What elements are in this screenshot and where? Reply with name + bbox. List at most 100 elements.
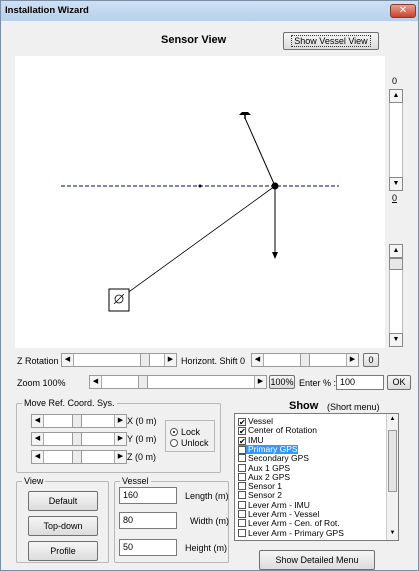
zoom-right-arrow[interactable]: ▶ (254, 376, 266, 388)
z-slider[interactable]: ◀ ▶ (31, 450, 127, 464)
zoom-label: Zoom 100% (17, 378, 66, 388)
zoom-slider[interactable]: ◀ ▶ (89, 375, 267, 389)
z-rotation-label: Z Rotation (17, 356, 59, 366)
show-item-checkbox[interactable] (238, 491, 246, 500)
z-thumb[interactable] (72, 451, 82, 463)
z-rotation-right-arrow[interactable]: ▶ (164, 354, 176, 366)
horizontal-shift-thumb[interactable] (300, 354, 310, 366)
show-scroll-down[interactable]: ▼ (387, 528, 398, 539)
show-scroll-thumb[interactable] (388, 430, 397, 492)
move-ref-coord-title: Move Ref. Coord. Sys. (22, 398, 117, 408)
vessel-title: Vessel (120, 476, 151, 486)
zoom-enter-label: Enter % : (299, 378, 337, 388)
unlock-radio[interactable]: Unlock (170, 438, 209, 448)
show-item-checkbox[interactable] (238, 510, 246, 518)
profile-view-button[interactable]: Profile (28, 541, 98, 561)
unlock-radio-dot (170, 439, 178, 447)
x-left-arrow[interactable]: ◀ (32, 415, 44, 427)
horizontal-shift-label: Horizont. Shift (181, 356, 238, 366)
view-title: View (22, 476, 46, 486)
x-thumb[interactable] (72, 415, 82, 427)
z-left-arrow[interactable]: ◀ (32, 451, 44, 463)
zoom-left-arrow[interactable]: ◀ (90, 376, 102, 388)
show-item-checkbox[interactable] (238, 500, 246, 509)
vessel-length-input[interactable]: 160 (119, 487, 177, 504)
center-of-rotation-dot (271, 182, 279, 190)
x-slider[interactable]: ◀ ▶ (31, 414, 127, 428)
show-item-checkbox[interactable] (238, 528, 246, 537)
zoom-100-button[interactable]: 100% (269, 375, 295, 389)
second-scroll-thumb[interactable] (389, 258, 403, 270)
horizontal-shift-slider[interactable]: ◀ ▶ (251, 353, 359, 367)
show-scroll-up[interactable]: ▲ (387, 414, 398, 425)
z-rotation-left-arrow[interactable]: ◀ (62, 354, 74, 366)
close-button[interactable]: ✕ (390, 4, 416, 18)
zoom-thumb[interactable] (138, 376, 148, 388)
y-right-arrow[interactable]: ▶ (114, 433, 126, 445)
zoom-percent-input[interactable]: 100 (336, 375, 384, 390)
top-scroll-value: 0 (392, 76, 398, 86)
installation-wizard-window: Installation Wizard ✕ Sensor View Show V… (0, 0, 419, 571)
lock-radio-group: Lock Unlock (165, 420, 215, 452)
show-item-checkbox[interactable]: ✔ (238, 436, 246, 445)
title-bar: Installation Wizard ✕ (1, 1, 418, 21)
z-rotation-thumb[interactable] (140, 354, 150, 366)
mid-scroll-value: 0 (392, 193, 398, 203)
y-label: Y (0 m) (127, 434, 157, 444)
show-item-checkbox[interactable]: ✔ (238, 445, 246, 454)
z-right-arrow[interactable]: ▶ (114, 451, 126, 463)
vertical-scroll-up-button[interactable]: ▲ (389, 89, 403, 103)
y-left-arrow[interactable]: ◀ (32, 433, 44, 445)
vessel-group: Vessel 160 Length (m) 80 Width (m) 50 He… (114, 476, 229, 563)
show-list-scrollbar[interactable]: ▲ ▼ (386, 414, 398, 540)
vessel-height-input[interactable]: 50 (119, 539, 177, 556)
lock-radio[interactable]: Lock (170, 427, 200, 437)
lock-radio-dot (170, 428, 178, 436)
x-label: X (0 m) (127, 416, 157, 426)
show-vessel-view-label: Show Vessel View (291, 35, 371, 47)
default-view-button[interactable]: Default (28, 491, 98, 511)
z-rotation-slider[interactable]: ◀ ▶ (61, 353, 177, 367)
show-item-checkbox[interactable] (238, 472, 246, 481)
show-item-checkbox[interactable] (238, 463, 246, 472)
view-group: View Default Top-down Profile (16, 476, 109, 563)
show-detailed-menu-button[interactable]: Show Detailed Menu (259, 550, 375, 570)
lock-label: Lock (181, 427, 201, 437)
vessel-width-label: Width (m) (190, 516, 229, 526)
window-title: Installation Wizard (5, 5, 89, 16)
z-label: Z (0 m) (127, 452, 156, 462)
show-item-checkbox[interactable] (238, 519, 246, 528)
show-item-label: Lever Arm - Primary GPS (248, 527, 344, 538)
y-slider[interactable]: ◀ ▶ (31, 432, 127, 446)
show-item-checkbox[interactable]: ✔ (238, 418, 246, 427)
show-item-checkbox[interactable] (238, 482, 246, 491)
gps-antenna-icon (239, 112, 251, 119)
top-down-view-button[interactable]: Top-down (28, 516, 98, 536)
imu-sensor-icon (108, 288, 130, 312)
second-scroll-up-button[interactable]: ▲ (389, 244, 403, 258)
sensor-view-canvas[interactable] (15, 56, 385, 348)
second-scroll-down-button[interactable]: ▼ (389, 333, 403, 347)
show-title: Show (289, 400, 319, 412)
sensor-view-drawing (61, 112, 339, 312)
zoom-ok-button[interactable]: OK (387, 375, 411, 390)
show-subtitle: (Short menu) (327, 402, 380, 412)
y-thumb[interactable] (72, 433, 82, 445)
down-arrow-head (272, 252, 278, 259)
vessel-width-input[interactable]: 80 (119, 512, 177, 529)
show-item-checkbox[interactable] (238, 454, 246, 463)
vertical-scroll-down-button[interactable]: ▼ (389, 177, 403, 191)
lever-arm-gps-line (244, 117, 276, 187)
vertical-scroll-track[interactable] (389, 103, 403, 177)
show-item-checkbox[interactable]: ✔ (238, 427, 246, 436)
horizontal-shift-value: 0 (240, 356, 246, 366)
horizontal-shift-right-arrow[interactable]: ▶ (346, 354, 358, 366)
unlock-label: Unlock (181, 438, 209, 448)
horizontal-shift-left-arrow[interactable]: ◀ (252, 354, 264, 366)
show-list-item[interactable]: Lever Arm - Primary GPS (238, 527, 344, 538)
x-right-arrow[interactable]: ▶ (114, 415, 126, 427)
horizontal-shift-reset-button[interactable]: 0 (363, 353, 379, 367)
show-vessel-view-button[interactable]: Show Vessel View (283, 32, 379, 50)
origin-dot (198, 184, 202, 188)
right-scrollbars: 0 ▲ ▼ 0 ▲ ▼ (389, 56, 417, 356)
